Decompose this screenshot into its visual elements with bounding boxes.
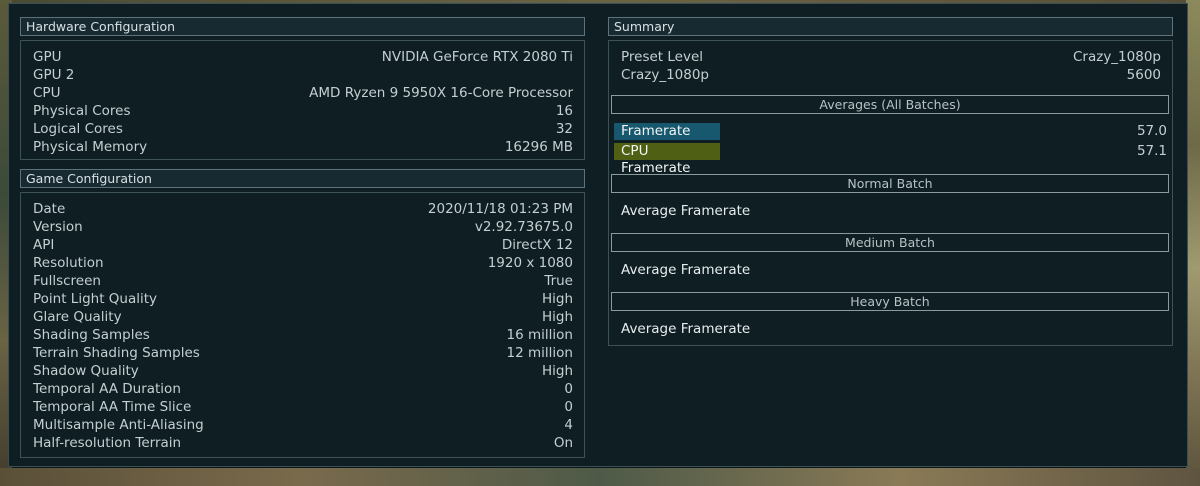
row-key: Physical Cores (33, 103, 131, 119)
cpu-framerate-value: 57.1 (1136, 143, 1167, 159)
row-value: DirectX 12 (501, 237, 573, 253)
summary-header: Summary (608, 17, 1173, 36)
row-key: Multisample Anti-Aliasing (33, 417, 204, 433)
row-key: Temporal AA Time Slice (33, 399, 192, 415)
game-row-fullscreen: Fullscreen True (33, 272, 573, 290)
row-key: CPU (33, 85, 61, 101)
row-value: 0 (564, 381, 573, 397)
heavy-batch-average-framerate-label: Average Framerate (621, 321, 751, 337)
hardware-row-cpu: CPU AMD Ryzen 9 5950X 16-Core Processor (33, 84, 573, 102)
row-value: Crazy_1080p (1072, 49, 1161, 65)
row-key: Version (33, 219, 83, 235)
game-row-temporal-aa-duration: Temporal AA Duration 0 (33, 380, 573, 398)
game-row-half-resolution-terrain: Half-resolution Terrain On (33, 434, 573, 452)
heavy-batch-header: Heavy Batch (611, 292, 1169, 311)
row-value: NVIDIA GeForce RTX 2080 Ti (381, 49, 573, 65)
game-configuration-header: Game Configuration (20, 169, 585, 188)
game-row-point-light-quality: Point Light Quality High (33, 290, 573, 308)
row-key: Point Light Quality (33, 291, 158, 307)
background-frame-right (1186, 0, 1200, 486)
row-key: Fullscreen (33, 273, 101, 289)
row-key: Preset Level (621, 49, 704, 65)
row-value: True (544, 273, 573, 289)
row-value: 32 (555, 121, 573, 137)
row-value: High (541, 363, 573, 379)
row-value: v2.92.73675.0 (474, 219, 573, 235)
row-key: Date (33, 201, 66, 217)
hardware-row-physical-memory: Physical Memory 16296 MB (33, 138, 573, 156)
medium-batch-average-framerate-label: Average Framerate (621, 262, 751, 278)
game-row-version: Version v2.92.73675.0 (33, 218, 573, 236)
cpu-framerate-tag: CPU Framerate (614, 143, 720, 176)
row-value: 12 million (506, 345, 573, 361)
row-value: 16 million (506, 327, 573, 343)
framerate-value: 57.0 (1136, 123, 1167, 139)
row-key: Glare Quality (33, 309, 122, 325)
background-frame-bottom (0, 468, 1200, 486)
game-row-api: API DirectX 12 (33, 236, 573, 254)
game-row-shading-samples: Shading Samples 16 million (33, 326, 573, 344)
hardware-row-logical-cores: Logical Cores 32 (33, 120, 573, 138)
row-key: Temporal AA Duration (33, 381, 181, 397)
benchmark-results-window: Hardware Configuration GPU NVIDIA GeForc… (8, 3, 1188, 467)
row-key: API (33, 237, 55, 253)
row-key: Logical Cores (33, 121, 123, 137)
normal-batch-average-framerate-label: Average Framerate (621, 203, 751, 219)
hardware-configuration-header: Hardware Configuration (20, 17, 585, 36)
row-value: High (541, 309, 573, 325)
framerate-tag: Framerate (614, 123, 720, 140)
medium-batch-header: Medium Batch (611, 233, 1169, 252)
row-value: On (553, 435, 573, 451)
summary-row-preset-level: Preset Level Crazy_1080p (621, 48, 1161, 66)
row-key: Shadow Quality (33, 363, 139, 379)
game-row-shadow-quality: Shadow Quality High (33, 362, 573, 380)
row-key: GPU (33, 49, 62, 65)
row-value: High (541, 291, 573, 307)
row-value: 0 (564, 399, 573, 415)
game-row-glare-quality: Glare Quality High (33, 308, 573, 326)
game-row-terrain-shading-samples: Terrain Shading Samples 12 million (33, 344, 573, 362)
hardware-row-gpu: GPU NVIDIA GeForce RTX 2080 Ti (33, 48, 573, 66)
normal-batch-header: Normal Batch (611, 174, 1169, 193)
row-key: GPU 2 (33, 67, 75, 83)
game-row-msaa: Multisample Anti-Aliasing 4 (33, 416, 573, 434)
row-key: Half-resolution Terrain (33, 435, 182, 451)
row-key: Resolution (33, 255, 104, 271)
row-key: Terrain Shading Samples (33, 345, 200, 361)
row-value: 5600 (1126, 67, 1161, 83)
row-value: 2020/11/18 01:23 PM (427, 201, 573, 217)
hardware-row-gpu2: GPU 2 (33, 66, 573, 84)
row-key: Shading Samples (33, 327, 150, 343)
row-value: 16296 MB (504, 139, 573, 155)
row-key: Crazy_1080p (621, 67, 710, 83)
hardware-row-physical-cores: Physical Cores 16 (33, 102, 573, 120)
game-row-temporal-aa-time-slice: Temporal AA Time Slice 0 (33, 398, 573, 416)
averages-header: Averages (All Batches) (611, 95, 1169, 114)
row-value: 16 (555, 103, 573, 119)
row-value: 1920 x 1080 (487, 255, 573, 271)
row-value: 4 (564, 417, 573, 433)
game-row-date: Date 2020/11/18 01:23 PM (33, 200, 573, 218)
row-value: AMD Ryzen 9 5950X 16-Core Processor (309, 85, 573, 101)
game-row-resolution: Resolution 1920 x 1080 (33, 254, 573, 272)
summary-row-score: Crazy_1080p 5600 (621, 66, 1161, 84)
row-key: Physical Memory (33, 139, 148, 155)
